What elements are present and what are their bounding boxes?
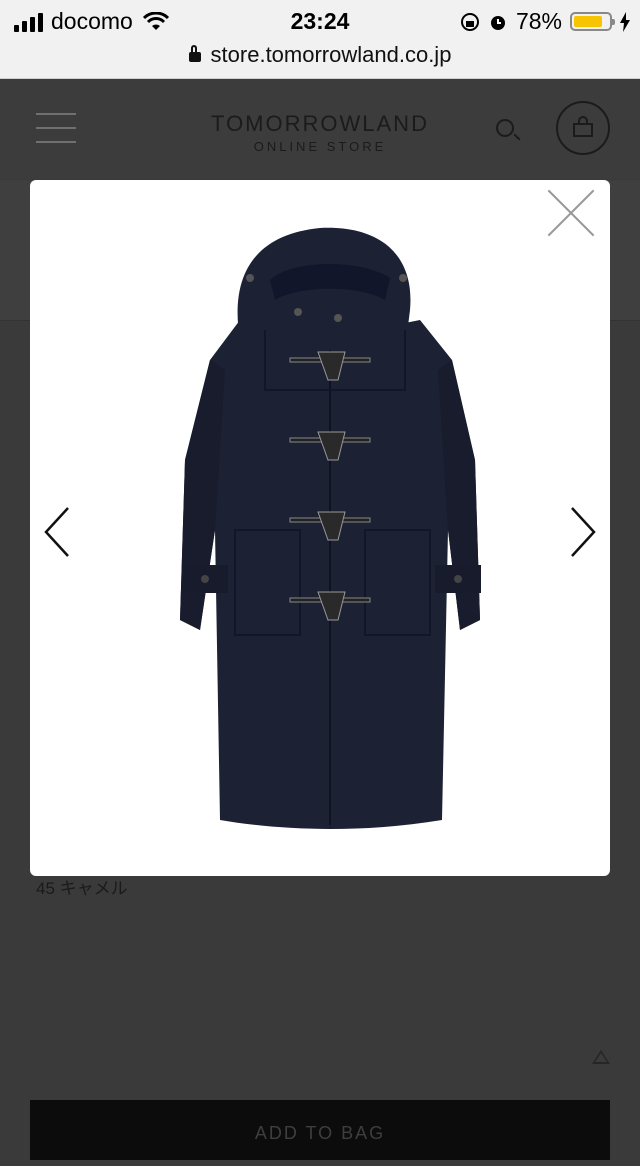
address-bar[interactable]: store.tomorrowland.co.jp (0, 40, 640, 79)
next-image-button[interactable] (564, 502, 604, 562)
close-button[interactable] (542, 184, 600, 242)
scroll-to-top-icon[interactable] (592, 1050, 610, 1064)
site-header: TOMORROWLAND ONLINE STORE (0, 79, 640, 179)
add-to-bag-button[interactable]: ADD TO BAG (30, 1100, 610, 1160)
rotation-lock-icon (460, 12, 479, 31)
chevron-left-icon (44, 507, 69, 557)
battery-icon (570, 12, 615, 31)
alarm-icon (490, 15, 505, 30)
product-image (180, 227, 481, 829)
charging-icon (620, 11, 630, 32)
previous-image-button[interactable] (36, 502, 76, 562)
color-option[interactable]: 45 キャメル (36, 874, 128, 899)
image-lightbox (30, 180, 610, 876)
battery-percent: 78% (515, 8, 562, 34)
url-text: store.tomorrowland.co.jp (210, 42, 452, 67)
lock-icon (188, 45, 201, 62)
shopping-bag-icon[interactable] (556, 101, 610, 155)
chevron-right-icon (571, 507, 596, 557)
search-icon[interactable] (496, 119, 514, 137)
brand-logo[interactable]: TOMORROWLAND ONLINE STORE (0, 111, 640, 154)
brand-subtitle: ONLINE STORE (253, 139, 387, 154)
brand-name: TOMORROWLAND (211, 111, 429, 136)
status-bar: docomo 23:24 78% (0, 0, 640, 40)
